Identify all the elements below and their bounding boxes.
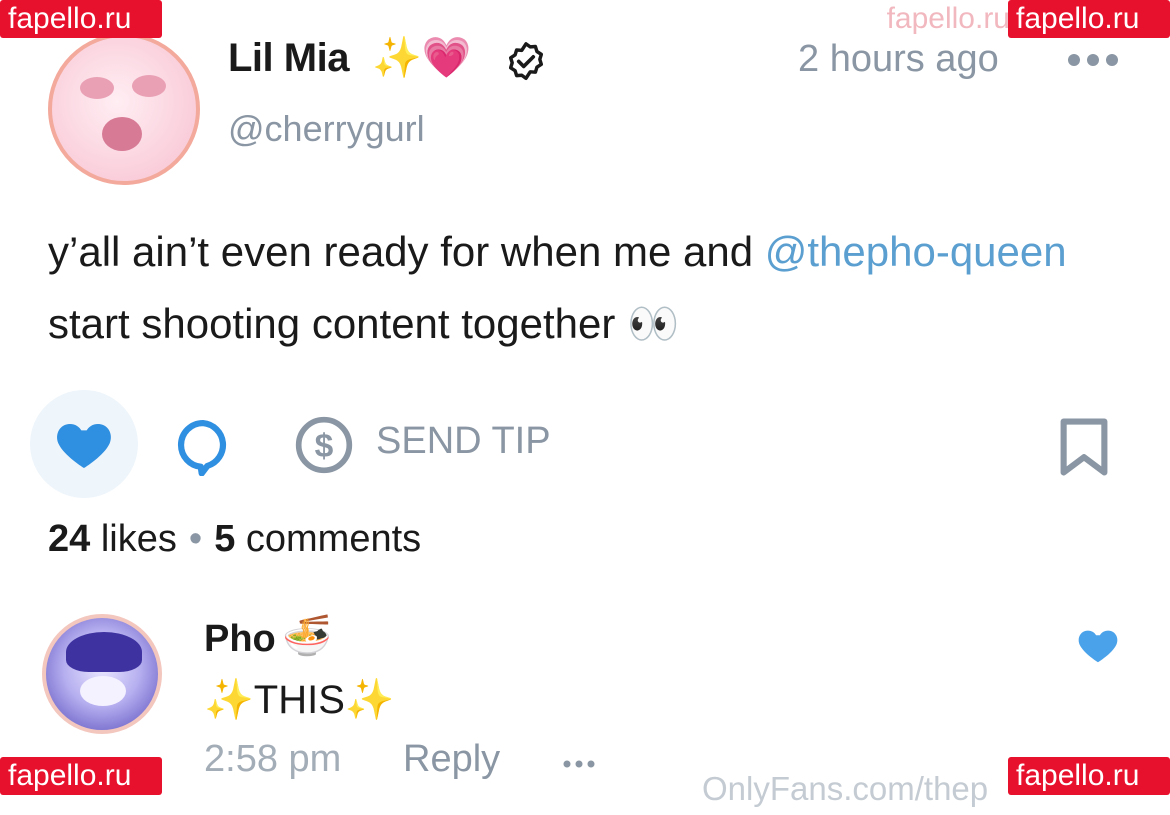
- comments-count[interactable]: 5: [214, 518, 235, 560]
- comment-heart-icon[interactable]: [1075, 622, 1121, 668]
- author-handle[interactable]: @cherrygurl: [228, 108, 425, 150]
- onlyfans-url-watermark: OnlyFans.com/thep: [702, 770, 989, 807]
- stats-separator: •: [188, 518, 203, 560]
- post-text-part2: start shooting content together: [48, 300, 628, 347]
- watermark-faint: fapello.ru: [886, 2, 1010, 35]
- watermark-bottom-right: fapello.ru: [1008, 757, 1170, 795]
- commenter-avatar[interactable]: [42, 614, 162, 734]
- comment-time: 2:58 pm: [204, 738, 342, 780]
- author-avatar[interactable]: [48, 33, 200, 185]
- commenter-name-emoji: 🍜: [282, 613, 332, 659]
- commenter-name[interactable]: Pho: [204, 618, 276, 661]
- watermark-top-right: fapello.ru: [1008, 0, 1170, 38]
- dollar-circle-icon[interactable]: $: [293, 414, 355, 476]
- reply-button[interactable]: Reply: [403, 738, 500, 781]
- comments-label[interactable]: comments: [246, 518, 421, 560]
- likes-count[interactable]: 24: [48, 518, 90, 560]
- eyes-emoji: 👀: [627, 300, 680, 347]
- bookmark-icon[interactable]: [1056, 416, 1112, 478]
- author-name[interactable]: Lil Mia: [228, 36, 349, 81]
- more-dots-icon[interactable]: [1066, 52, 1120, 68]
- heart-icon[interactable]: [52, 412, 116, 476]
- svg-text:$: $: [315, 428, 334, 465]
- send-tip-button[interactable]: SEND TIP: [376, 420, 551, 463]
- comment-bubble-icon[interactable]: [172, 414, 234, 476]
- post-text: y’all ain’t even ready for when me and @…: [48, 216, 1128, 360]
- mention-link[interactable]: @thepho-queen: [765, 228, 1067, 275]
- author-name-emojis: ✨💗: [372, 35, 472, 81]
- post-text-part1: y’all ain’t even ready for when me and: [48, 228, 765, 275]
- post-stats: 24 likes • 5 comments: [48, 518, 421, 561]
- post-timestamp: 2 hours ago: [798, 38, 999, 80]
- comment-text: ✨THIS✨: [204, 678, 395, 722]
- verified-badge-icon: [508, 42, 544, 81]
- likes-label[interactable]: likes: [101, 518, 177, 560]
- watermark-top-left: fapello.ru: [0, 0, 162, 38]
- comment-more-dots-icon[interactable]: [561, 758, 597, 770]
- watermark-bottom-left: fapello.ru: [0, 757, 162, 795]
